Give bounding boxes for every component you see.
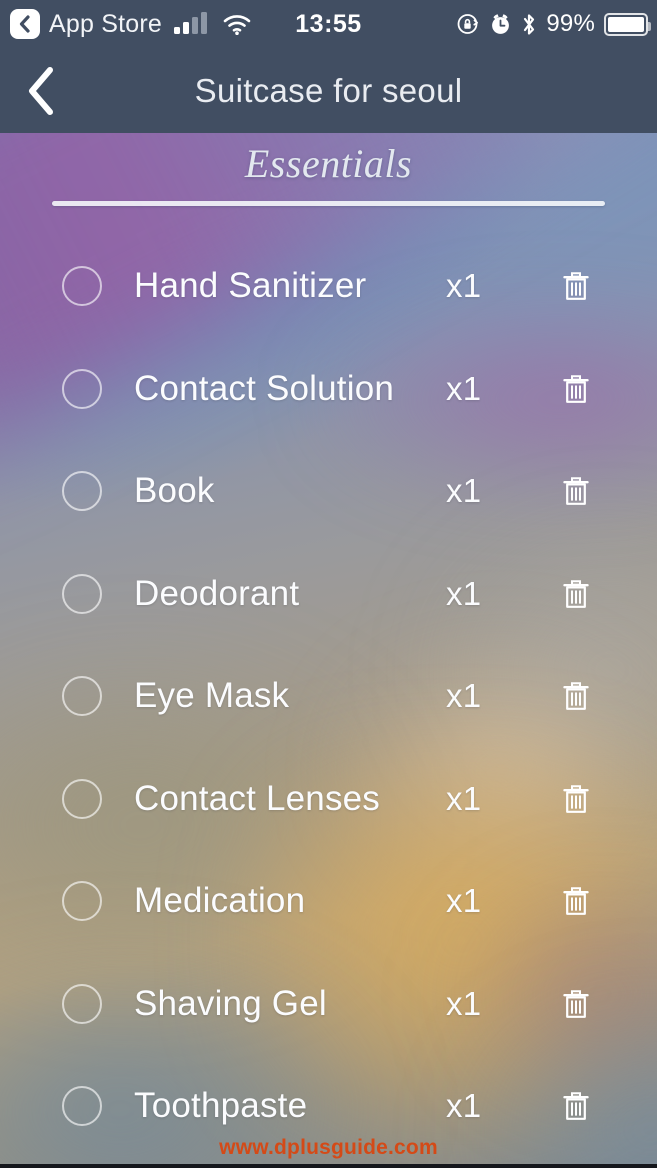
circle-checkbox-icon[interactable] (62, 573, 102, 614)
list-item-label: Shaving Gel (134, 983, 327, 1023)
trash-icon (563, 579, 589, 608)
list-item-quantity: x1 (446, 677, 482, 715)
circle-checkbox-icon[interactable] (62, 983, 102, 1024)
trash-icon (563, 887, 589, 916)
rotation-lock-icon (457, 14, 479, 34)
delete-item-button[interactable] (554, 982, 598, 1026)
section-title: Essentials (244, 141, 413, 186)
trash-icon (563, 477, 589, 506)
list-item-label: Eye Mask (134, 676, 290, 716)
chevron-left-icon (29, 66, 53, 115)
section-divider (52, 201, 605, 206)
trash-icon (563, 682, 589, 711)
watermark: www.dplusguide.com (219, 1136, 438, 1159)
delete-item-button[interactable] (554, 264, 598, 308)
screen-bottom-edge (0, 1164, 657, 1168)
circle-checkbox-icon[interactable] (62, 881, 102, 922)
delete-item-button[interactable] (554, 367, 598, 411)
circle-checkbox-icon[interactable] (62, 368, 102, 409)
list-item-quantity: x1 (446, 267, 482, 305)
list-item[interactable]: Contact Lenses x1 (0, 748, 657, 851)
alarm-clock-icon (492, 14, 510, 34)
list-item-label: Book (134, 471, 215, 511)
delete-item-button[interactable] (554, 674, 598, 718)
list-item[interactable]: Contact Solution x1 (0, 338, 657, 441)
list-item-label: Hand Sanitizer (134, 266, 367, 306)
delete-item-button[interactable] (554, 469, 598, 513)
list-item[interactable]: Shaving Gel x1 (0, 953, 657, 1056)
app-screen: App Store 13:55 99% Suitcase for seoul E… (0, 0, 657, 1168)
trash-icon (563, 272, 589, 301)
trash-icon (563, 374, 589, 403)
list-item-label: Toothpaste (134, 1086, 308, 1126)
list-item-quantity: x1 (446, 779, 482, 817)
back-button[interactable] (14, 60, 68, 122)
trash-icon (563, 784, 589, 813)
circle-checkbox-icon[interactable] (62, 1086, 102, 1127)
list-item-quantity: x1 (446, 882, 482, 920)
delete-item-button[interactable] (554, 777, 598, 821)
navigation-bar: Suitcase for seoul (0, 48, 657, 133)
battery-full-icon (604, 12, 651, 36)
list-item-quantity: x1 (446, 984, 482, 1022)
list-item[interactable]: Book x1 (0, 440, 657, 543)
circle-checkbox-icon[interactable] (62, 471, 102, 512)
status-bar: App Store 13:55 99% (0, 0, 657, 48)
circle-checkbox-icon[interactable] (62, 778, 102, 819)
list-item-label: Deodorant (134, 573, 300, 613)
list-item-label: Contact Lenses (134, 778, 381, 818)
list-item[interactable]: Hand Sanitizer x1 (0, 235, 657, 338)
delete-item-button[interactable] (554, 1084, 598, 1128)
list-item-quantity: x1 (446, 472, 482, 510)
delete-item-button[interactable] (554, 572, 598, 616)
list-item-quantity: x1 (446, 1087, 482, 1125)
circle-checkbox-icon[interactable] (62, 266, 102, 307)
trash-icon (563, 989, 589, 1018)
list-item[interactable]: Medication x1 (0, 850, 657, 953)
list-item[interactable]: Eye Mask x1 (0, 645, 657, 748)
trash-icon (563, 1092, 589, 1121)
list-item-quantity: x1 (446, 369, 482, 407)
page-title: Suitcase for seoul (194, 71, 463, 109)
delete-item-button[interactable] (554, 879, 598, 923)
list-item[interactable]: Deodorant x1 (0, 543, 657, 646)
battery-percent-label: 99% (546, 10, 595, 37)
list-item-quantity: x1 (446, 574, 482, 612)
list-item-label: Medication (134, 881, 306, 921)
packing-item-list: Hand Sanitizer x1 Contact Solution x1 Book x1… (0, 235, 657, 1158)
list-item-label: Contact Solution (134, 368, 395, 408)
bluetooth-icon (524, 13, 535, 35)
circle-checkbox-icon[interactable] (62, 676, 102, 717)
